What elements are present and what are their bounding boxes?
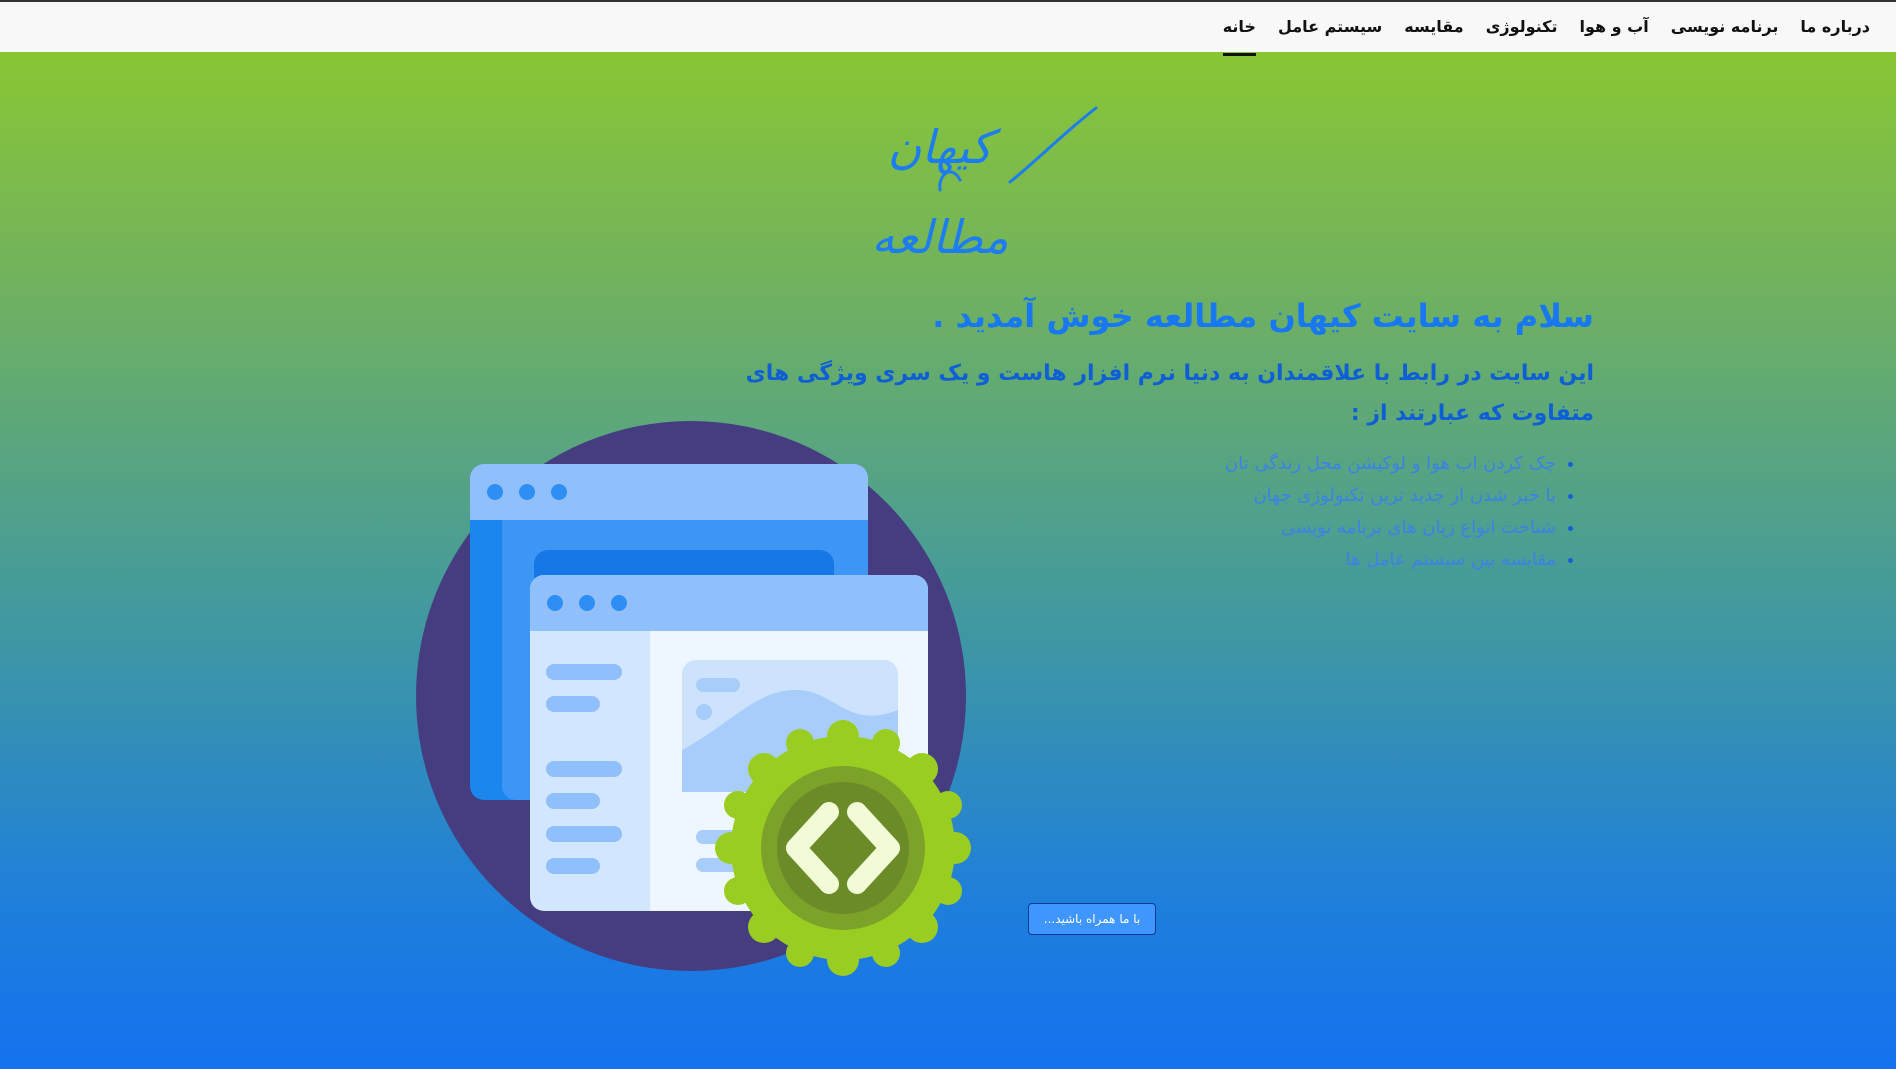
nav-item-weather[interactable]: آب و هوا [1579,2,1648,52]
nav-item-home[interactable]: خانه [1222,2,1257,56]
nav-item-about-us[interactable]: درباره ما [1800,2,1870,52]
logo-flourish [938,106,1098,192]
nav-item-technology[interactable]: تکنولوژی [1486,2,1558,52]
top-navbar: خانه سیستم عامل مقایسه تکنولوژی آب و هوا… [0,0,1896,56]
join-us-button[interactable]: با ما همراه باشید... [1028,903,1156,935]
nav-item-compare[interactable]: مقایسه [1404,2,1463,52]
main-nav: خانه سیستم عامل مقایسه تکنولوژی آب و هوا… [1222,2,1870,56]
browser-windows-illustration [416,421,971,976]
nav-item-programming[interactable]: برنامه نویسی [1671,2,1779,52]
code-gear-icon [715,720,971,976]
welcome-heading: سلام به سایت کیهان مطالعه خوش آمدید . [932,297,1594,335]
nav-item-operating-system[interactable]: سیستم عامل [1278,2,1382,52]
site-logo: کیهان مطالعه [820,102,1100,264]
